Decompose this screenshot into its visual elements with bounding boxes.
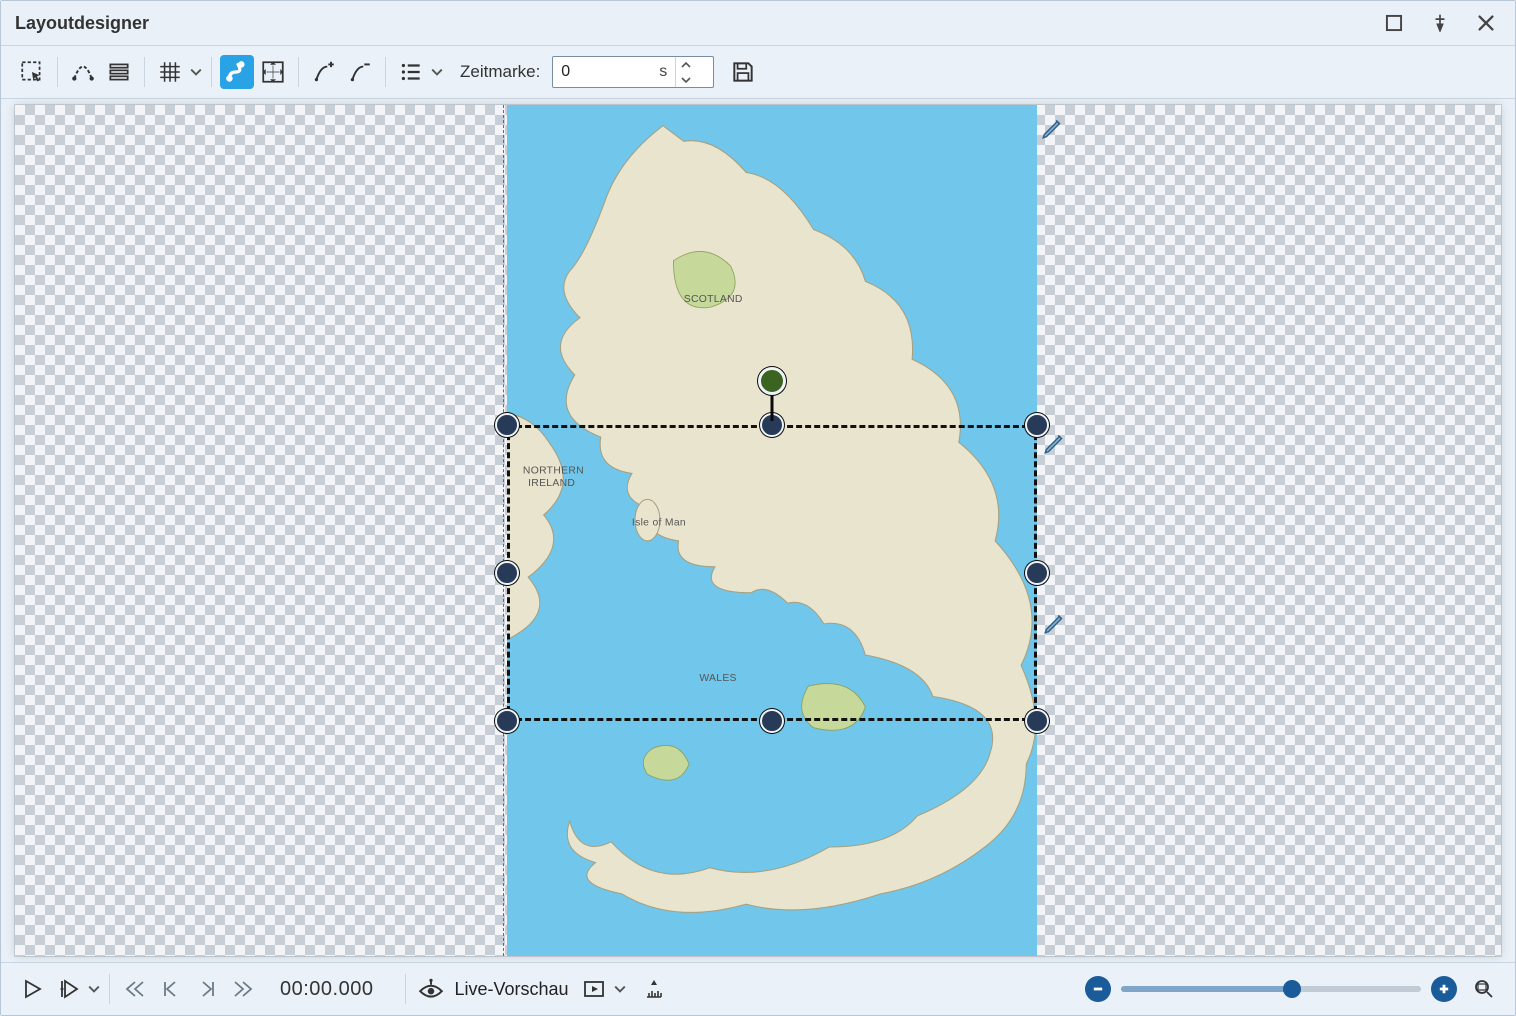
window-title: Layoutdesigner: [15, 13, 149, 34]
selection-rectangle[interactable]: [507, 425, 1037, 721]
close-icon[interactable]: [1477, 14, 1495, 32]
play-dropdown[interactable]: [87, 983, 101, 995]
handle-w[interactable]: [495, 561, 519, 585]
live-preview-label: Live-Vorschau: [454, 979, 568, 1000]
timemark-label: Zeitmarke:: [460, 62, 540, 82]
grid-button[interactable]: [153, 55, 187, 89]
route-tool-button[interactable]: [220, 55, 254, 89]
layer-stack-button[interactable]: [102, 55, 136, 89]
handle-s[interactable]: [760, 709, 784, 733]
layoutdesigner-window: Layoutdesigner: [0, 0, 1516, 1016]
ruler-marker-button[interactable]: [637, 972, 671, 1006]
timemark-value-field[interactable]: [553, 57, 659, 87]
timemark-unit: s: [659, 57, 675, 87]
zoom-fit-button[interactable]: [1467, 972, 1501, 1006]
timemark-input[interactable]: s: [552, 56, 714, 88]
zoom-slider[interactable]: [1121, 979, 1421, 999]
path-edit-tool-button[interactable]: [66, 55, 100, 89]
bottom-toolbar: 00:00.000 Live-Vorschau: [1, 962, 1515, 1015]
handle-sw[interactable]: [495, 709, 519, 733]
edit-pencil-icon[interactable]: [1040, 115, 1070, 145]
handle-nw[interactable]: [495, 413, 519, 437]
live-preview-eye-button[interactable]: [414, 972, 448, 1006]
select-tool-button[interactable]: [15, 55, 49, 89]
pin-icon[interactable]: [1431, 14, 1449, 32]
maximize-icon[interactable]: [1385, 14, 1403, 32]
canvas[interactable]: SCOTLAND NORTHERN IRELAND Isle of Man WA…: [15, 105, 1501, 956]
fast-forward-button[interactable]: [226, 972, 260, 1006]
preview-mode-dropdown[interactable]: [613, 983, 627, 995]
edit-pencil-icon[interactable]: [1042, 430, 1072, 460]
origin-stem: [771, 393, 774, 421]
play-from-start-button[interactable]: [51, 972, 85, 1006]
vertical-guide[interactable]: [503, 105, 504, 956]
zoom-in-button[interactable]: [1431, 976, 1457, 1002]
handle-e[interactable]: [1025, 561, 1049, 585]
top-toolbar: Zeitmarke: s: [1, 45, 1515, 99]
timecode: 00:00.000: [280, 978, 373, 1001]
list-options-dropdown[interactable]: [430, 66, 444, 78]
handle-se[interactable]: [1025, 709, 1049, 733]
play-button[interactable]: [15, 972, 49, 1006]
titlebar: Layoutdesigner: [1, 1, 1515, 45]
map-label-scotland: SCOTLAND: [684, 294, 743, 305]
rewind-button[interactable]: [118, 972, 152, 1006]
keyframe-add-button[interactable]: [307, 55, 341, 89]
edit-pencil-icon[interactable]: [1042, 610, 1072, 640]
origin-marker[interactable]: [758, 367, 786, 395]
save-button[interactable]: [726, 55, 760, 89]
keyframe-remove-button[interactable]: [343, 55, 377, 89]
step-back-button[interactable]: [154, 972, 188, 1006]
zoom-control: [1085, 972, 1501, 1006]
timemark-spin-down[interactable]: [676, 72, 696, 87]
pan-target-button[interactable]: [256, 55, 290, 89]
preview-mode-button[interactable]: [577, 972, 611, 1006]
list-options-button[interactable]: [394, 55, 428, 89]
zoom-out-button[interactable]: [1085, 976, 1111, 1002]
step-forward-button[interactable]: [190, 972, 224, 1006]
grid-dropdown[interactable]: [189, 66, 203, 78]
window-controls: [1385, 14, 1495, 32]
timemark-spin-up[interactable]: [676, 57, 696, 72]
